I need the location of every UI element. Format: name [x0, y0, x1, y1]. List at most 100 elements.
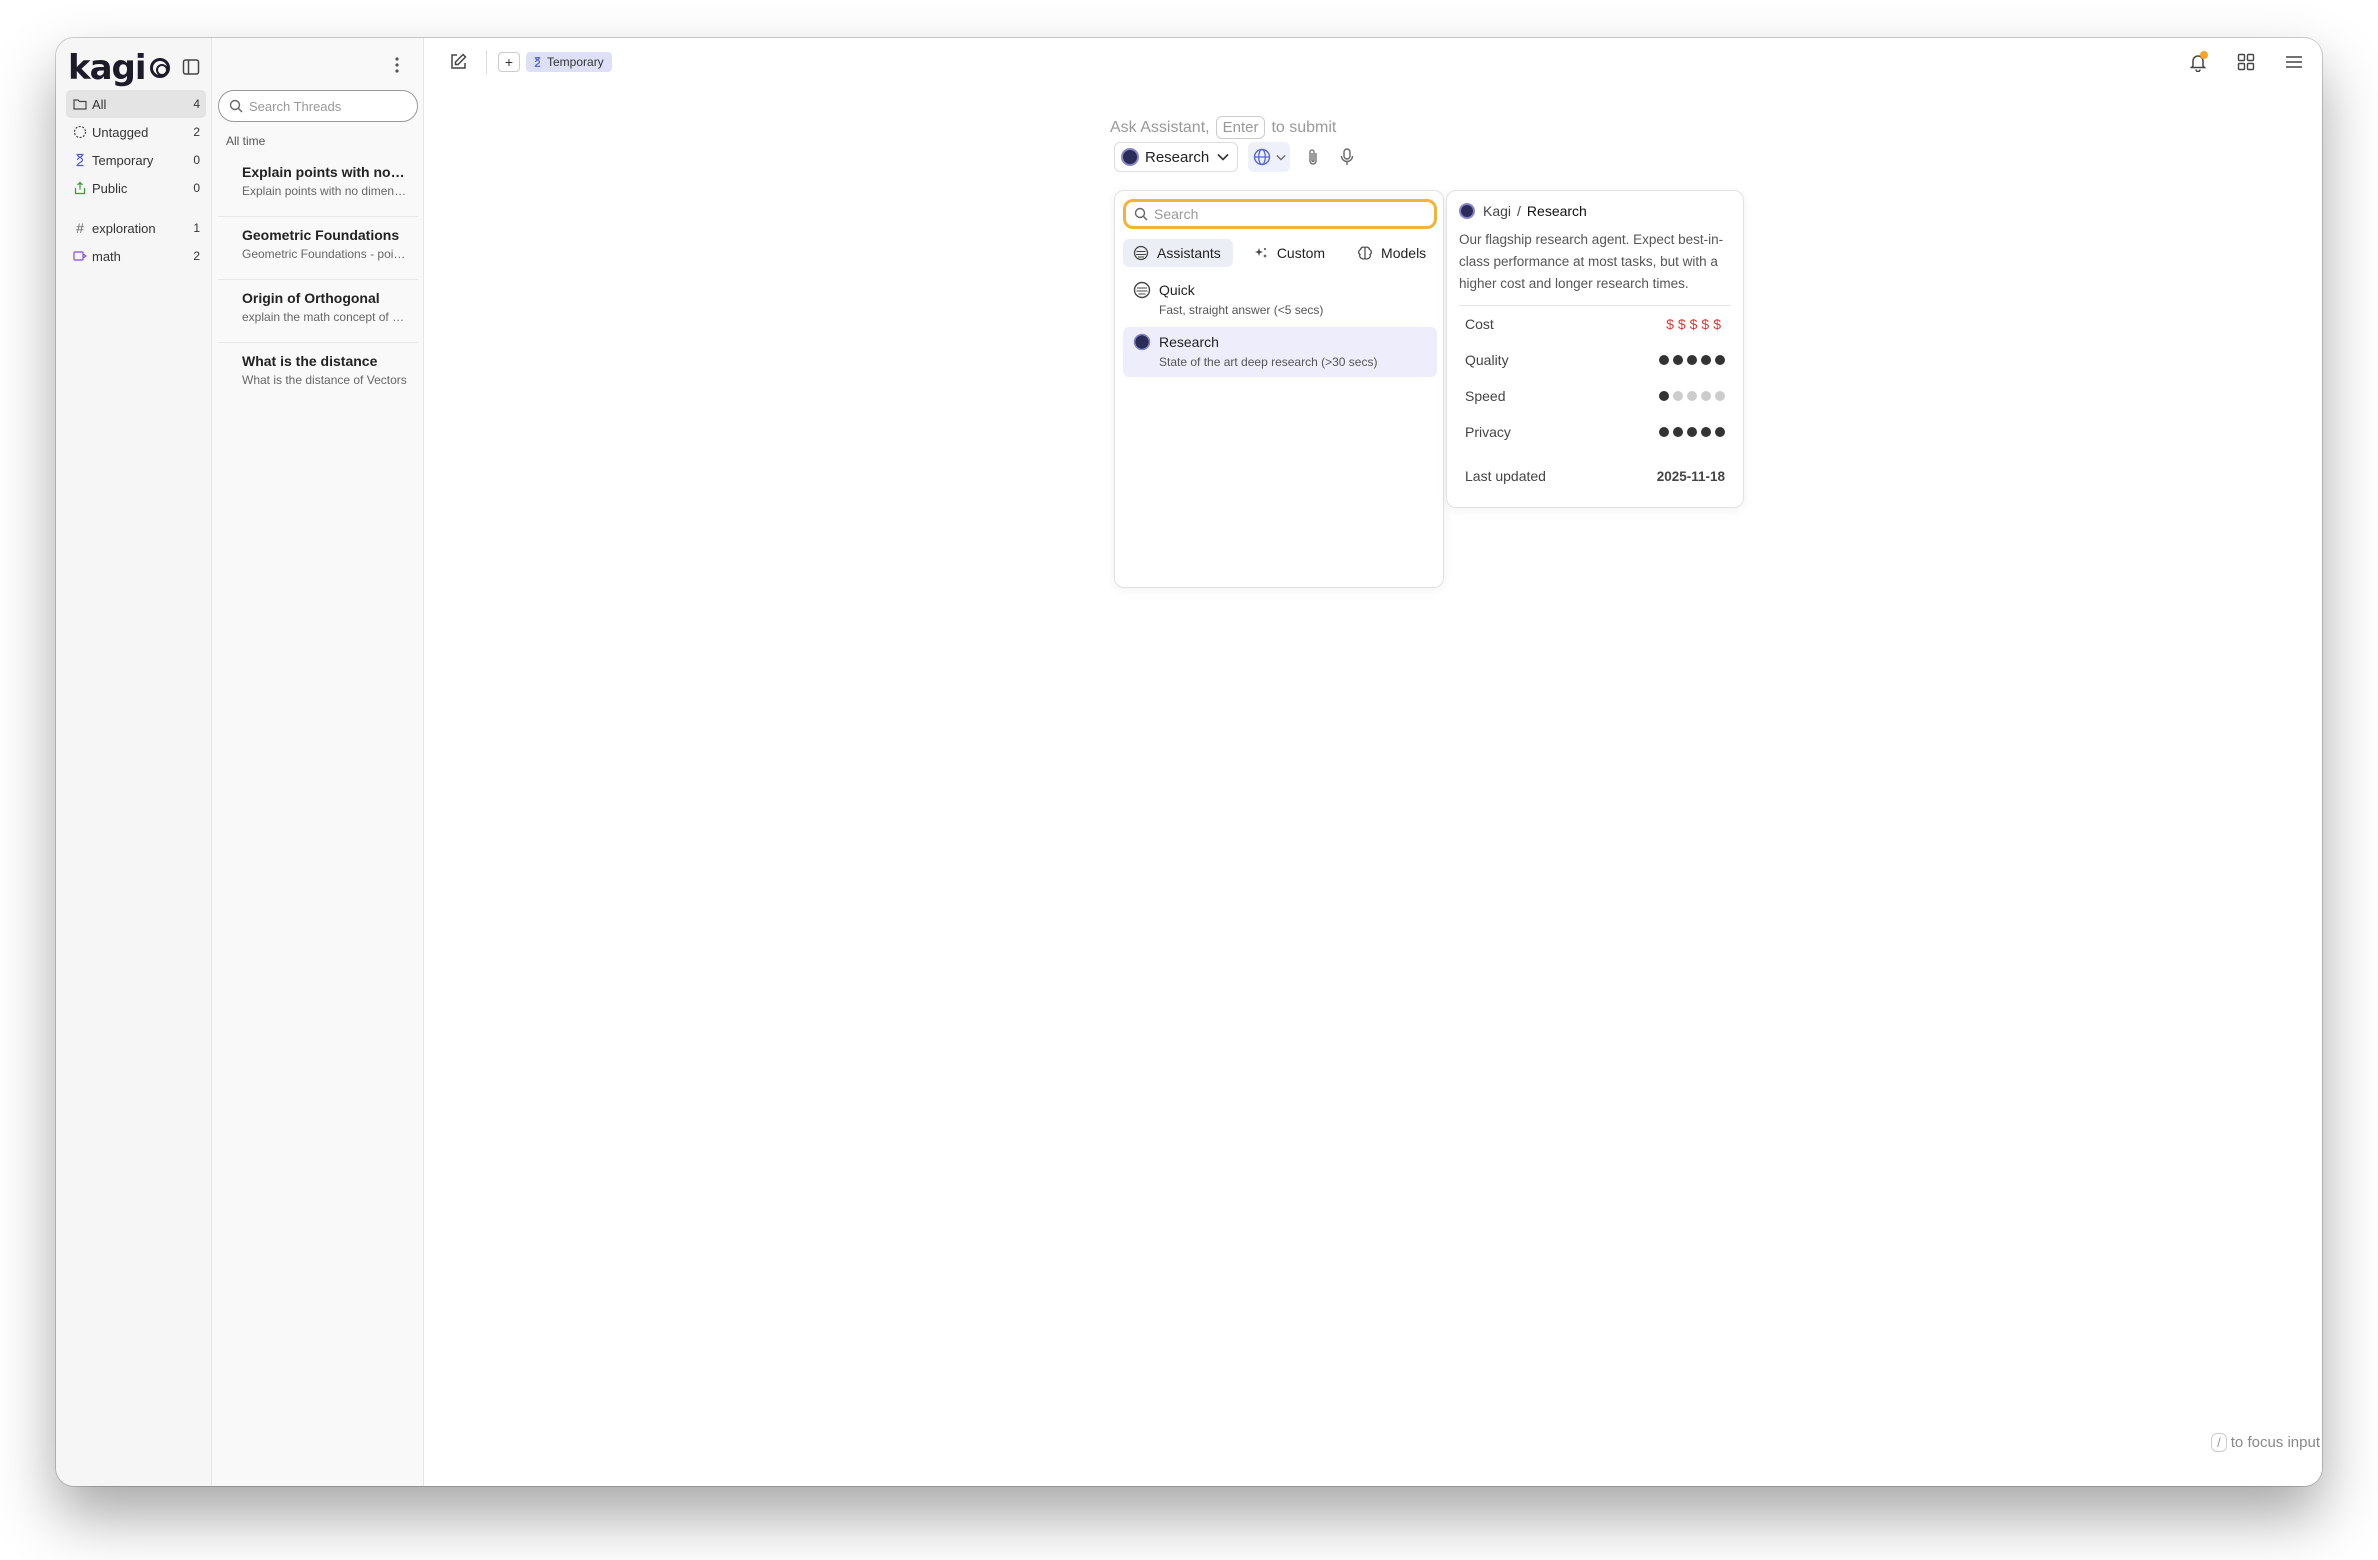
sidebar-panel-icon	[182, 59, 200, 75]
kebab-menu-icon	[395, 57, 399, 73]
nav-item-count: 0	[193, 153, 200, 167]
thread-item[interactable]: Origin of Orthogonal explain the math co…	[218, 280, 418, 343]
sidebar-toggle-button[interactable]	[176, 52, 206, 82]
thread-search-input[interactable]	[249, 98, 409, 114]
stat-cost: Cost $$$$$	[1459, 306, 1731, 342]
focus-input-hint: / to focus input	[2205, 1433, 2320, 1452]
stat-speed: Speed	[1459, 378, 1731, 414]
apps-button[interactable]	[2232, 48, 2260, 76]
thread-item[interactable]: What is the distance What is the distanc…	[218, 343, 418, 406]
app-window: kagi All 4 Untagged 2 Temporary 0 Public…	[56, 38, 2322, 1486]
hash-icon: #	[76, 220, 84, 236]
assistant-picker-dropdown: Assistants Custom Models Quick Fa	[1114, 190, 1444, 588]
privacy-rating	[1659, 427, 1725, 437]
rating-dot	[1701, 427, 1711, 437]
main-menu-button[interactable]	[2280, 48, 2308, 76]
tab-label: Custom	[1276, 245, 1326, 261]
toolbar-divider	[486, 50, 487, 74]
nav-item-all[interactable]: All 4	[66, 90, 206, 118]
info-separator: /	[1517, 203, 1521, 219]
add-tag-button[interactable]: +	[498, 52, 520, 72]
rating-dot	[1701, 355, 1711, 365]
search-icon	[1134, 207, 1148, 221]
voice-input-button[interactable]	[1336, 142, 1358, 172]
nav-item-label: Public	[92, 180, 128, 196]
slash-key-hint: /	[2211, 1433, 2227, 1452]
assistant-option-desc: State of the art deep research (>30 secs…	[1159, 355, 1378, 369]
thread-title: Explain points with no dimensions	[242, 164, 408, 180]
nav-item-public[interactable]: Public 0	[66, 174, 206, 202]
hourglass-icon	[72, 152, 88, 168]
brain-icon	[1357, 245, 1373, 261]
nav-item-count: 2	[193, 249, 200, 263]
nav-list: All 4 Untagged 2 Temporary 0 Public 0 #	[66, 90, 206, 270]
assistant-option-name: Research	[1159, 334, 1219, 350]
research-icon	[1133, 333, 1151, 351]
nav-item-count: 2	[193, 125, 200, 139]
rating-dot	[1659, 355, 1669, 365]
logo-text: kagi	[68, 48, 147, 88]
thread-search-box	[218, 90, 418, 122]
quick-assistant-icon	[1133, 281, 1151, 299]
stat-label: Last updated	[1465, 468, 1546, 484]
nav-item-label: exploration	[92, 220, 156, 236]
nav-item-tag-math[interactable]: math 2	[66, 242, 206, 270]
thread-title: What is the distance	[242, 353, 378, 369]
main-area: + Temporary Ask Assistant, Enter to subm…	[424, 38, 2322, 1486]
tab-custom[interactable]: Custom	[1243, 239, 1337, 267]
edit-icon	[451, 53, 467, 69]
assistant-option-desc: Fast, straight answer (<5 secs)	[1159, 303, 1324, 317]
rating-dot	[1715, 427, 1725, 437]
focus-hint-text: to focus input	[2230, 1434, 2320, 1451]
rating-dot	[1687, 355, 1697, 365]
research-icon	[1121, 148, 1139, 166]
nav-item-tag-exploration[interactable]: # exploration 1	[66, 214, 206, 242]
thread-item[interactable]: Explain points with no dimensions Explai…	[218, 154, 418, 217]
assistant-option-quick[interactable]: Quick Fast, straight answer (<5 secs)	[1123, 275, 1437, 325]
assistant-option-research[interactable]: Research State of the art deep research …	[1123, 327, 1437, 377]
nav-item-label: math	[92, 248, 121, 264]
temporary-chip[interactable]: Temporary	[526, 52, 612, 72]
tab-models[interactable]: Models	[1347, 239, 1438, 267]
assistant-option-name: Quick	[1159, 282, 1195, 298]
thread-list-panel: All time Explain points with no dimensio…	[212, 38, 424, 1486]
nav-item-count: 1	[193, 221, 200, 235]
attach-file-button[interactable]	[1302, 142, 1324, 172]
rating-dot	[1715, 391, 1725, 401]
thread-items: Explain points with no dimensions Explai…	[218, 154, 418, 406]
kagi-logo[interactable]: kagi	[68, 46, 170, 90]
rating-dot	[1673, 355, 1683, 365]
nav-item-temporary[interactable]: Temporary 0	[66, 146, 206, 174]
thread-item[interactable]: Geometric Foundations Geometric Foundati…	[218, 217, 418, 280]
sparkle-icon	[1253, 245, 1269, 261]
notifications-button[interactable]	[2184, 48, 2212, 76]
info-description: Our flagship research agent. Expect best…	[1459, 229, 1731, 306]
thread-snippet: What is the distance of Vectors	[242, 373, 407, 387]
stat-privacy: Privacy	[1459, 414, 1731, 450]
stat-label: Privacy	[1465, 424, 1511, 440]
tab-assistants[interactable]: Assistants	[1123, 239, 1233, 267]
speed-rating	[1659, 391, 1725, 401]
new-thread-button[interactable]	[444, 48, 472, 76]
chevron-down-icon	[1217, 153, 1229, 161]
assistant-search-input[interactable]	[1154, 206, 1424, 222]
rating-dot	[1687, 427, 1697, 437]
nav-item-untagged[interactable]: Untagged 2	[66, 118, 206, 146]
tab-label: Assistants	[1157, 245, 1221, 261]
prompt-input-hint[interactable]: Ask Assistant, Enter to submit	[1110, 116, 1336, 139]
assistant-info-card: Kagi / Research Our flagship research ag…	[1446, 190, 1744, 508]
assistant-search-box	[1123, 199, 1437, 229]
info-vendor: Kagi	[1483, 203, 1512, 219]
web-search-toggle[interactable]	[1248, 142, 1291, 172]
assistant-select[interactable]: Research	[1114, 142, 1239, 172]
rating-dot	[1715, 355, 1725, 365]
nav-item-count: 4	[193, 97, 200, 111]
folder-icon	[72, 96, 88, 112]
thread-snippet: Explain points with no dimensions	[242, 184, 408, 198]
rating-dot	[1659, 427, 1669, 437]
thread-menu-button[interactable]	[387, 50, 407, 80]
tag-icon	[72, 248, 88, 264]
hamburger-icon	[2286, 56, 2302, 68]
rating-dot	[1673, 427, 1683, 437]
globe-icon	[1254, 148, 1271, 166]
